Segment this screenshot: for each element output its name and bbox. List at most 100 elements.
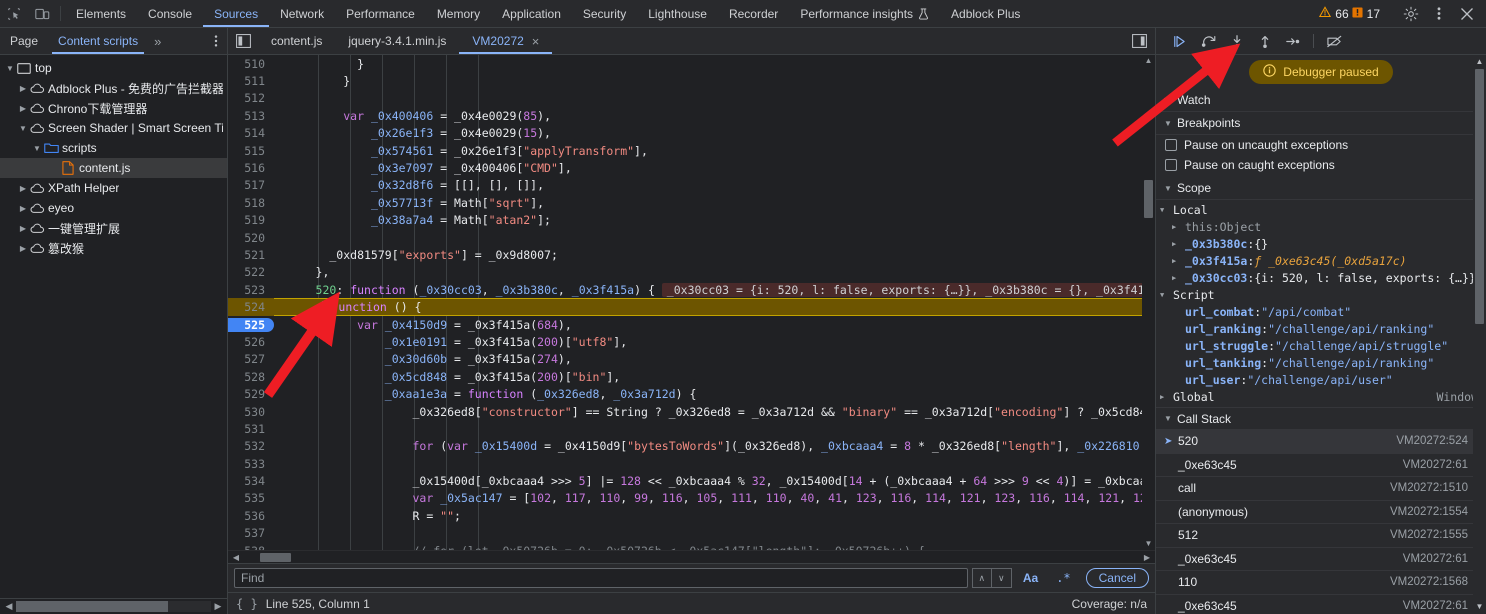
tab-recorder[interactable]: Recorder: [718, 0, 789, 27]
code-line[interactable]: 535 var _0x5ac147 = [102, 117, 110, 99, …: [228, 490, 1155, 507]
line-content[interactable]: _0xd81579["exports"] = _0x9d8007;: [274, 248, 1155, 262]
code-line[interactable]: 527 _0x30d60b = _0x3f415a(274),: [228, 351, 1155, 368]
twisty-right-icon[interactable]: ▶: [17, 244, 29, 253]
line-number[interactable]: 529: [228, 387, 274, 401]
tree-item-adblock-plus[interactable]: ▶ Adblock Plus - 免费的广告拦截器: [0, 78, 227, 98]
editor-tab-vm20272[interactable]: VM20272 ×: [459, 28, 553, 54]
scope-var-url-user[interactable]: url_user: "/challenge/api/user": [1156, 371, 1486, 388]
navigator-menu-icon[interactable]: [205, 28, 227, 54]
line-content[interactable]: _0x3e7097 = _0x400406["CMD"],: [274, 161, 1155, 175]
deactivate-breakpoints-icon[interactable]: [1321, 29, 1347, 53]
code-line-breakpoint[interactable]: 524 ! function () {: [228, 298, 1155, 316]
pause-uncaught-exceptions-row[interactable]: Pause on uncaught exceptions: [1156, 135, 1486, 155]
line-content[interactable]: }: [274, 57, 1155, 71]
twisty-right-icon[interactable]: ▶: [17, 104, 29, 113]
code-line[interactable]: 523 520: function (_0x30cc03, _0x3b380c,…: [228, 281, 1155, 298]
code-line[interactable]: 520: [228, 229, 1155, 246]
warning-badge[interactable]: 66: [1319, 6, 1349, 21]
line-content[interactable]: _0x574561 = _0x26e1f3["applyTransform"],: [274, 144, 1155, 158]
chevron-right-icon[interactable]: ▶: [1164, 96, 1177, 105]
scroll-right-icon[interactable]: ▶: [1141, 553, 1153, 562]
line-content[interactable]: // for (let _0x50726b = 0; _0x50726b < _…: [274, 544, 1155, 550]
line-content[interactable]: _0x1e0191 = _0x3f415a(200)["utf8"],: [274, 335, 1155, 349]
twisty-down-icon[interactable]: ▼: [4, 64, 16, 73]
code-line[interactable]: 513 var _0x400406 = _0x4e0029(85),: [228, 107, 1155, 124]
call-stack-row[interactable]: (anonymous) VM20272:1554: [1156, 501, 1486, 524]
breakpoint-marker[interactable]: !: [322, 300, 332, 314]
tree-item-xpath-helper[interactable]: ▶ XPath Helper: [0, 178, 227, 198]
code-line[interactable]: 519 _0x38a7a4 = Math["atan2"];: [228, 212, 1155, 229]
code-line[interactable]: 516 _0x3e7097 = _0x400406["CMD"],: [228, 159, 1155, 176]
tab-network[interactable]: Network: [269, 0, 335, 27]
call-stack-row[interactable]: ➤ 520 VM20272:524: [1156, 430, 1486, 454]
line-number[interactable]: 510: [228, 57, 274, 71]
code-line[interactable]: 511 }: [228, 72, 1155, 89]
line-content[interactable]: R = "";: [274, 509, 1155, 523]
scope-local-group[interactable]: ▼ Local: [1156, 201, 1486, 218]
tree-item-top[interactable]: ▼ top: [0, 58, 227, 78]
tab-lighthouse[interactable]: Lighthouse: [637, 0, 718, 27]
debugger-vertical-scrollbar[interactable]: ▲ ▼: [1473, 55, 1486, 614]
scroll-left-icon[interactable]: ◀: [2, 601, 16, 612]
tree-item-scripts[interactable]: ▼ scripts: [0, 138, 227, 158]
find-next-button[interactable]: ∨: [991, 568, 1012, 588]
call-stack-row[interactable]: _0xe63c45 VM20272:61: [1156, 454, 1486, 477]
line-number[interactable]: 518: [228, 196, 274, 210]
scope-script-group[interactable]: ▼ Script: [1156, 286, 1486, 303]
editor-horizontal-scrollbar[interactable]: ◀ ▶: [228, 550, 1155, 563]
scroll-track[interactable]: [16, 601, 211, 612]
line-content[interactable]: _0x57713f = Math["sqrt"],: [274, 196, 1155, 210]
watch-section-header[interactable]: ▶ Watch: [1156, 89, 1486, 112]
line-content[interactable]: },: [274, 265, 1155, 279]
chevron-right-icon[interactable]: ▶: [1172, 223, 1185, 231]
code-line[interactable]: 533: [228, 455, 1155, 472]
line-number[interactable]: 535: [228, 491, 274, 505]
scroll-up-icon[interactable]: ▲: [1145, 55, 1153, 67]
line-content[interactable]: for (var _0x15400d = _0x4150d9["bytesToW…: [274, 439, 1155, 453]
scroll-down-icon[interactable]: ▼: [1476, 600, 1484, 614]
scroll-down-icon[interactable]: ▼: [1145, 538, 1153, 550]
line-content[interactable]: _0x30d60b = _0x3f415a(274),: [274, 352, 1155, 366]
tree-item-chrono[interactable]: ▶ Chrono下载管理器: [0, 98, 227, 118]
show-navigator-right-icon[interactable]: [1123, 28, 1155, 54]
code-line[interactable]: 536 R = "";: [228, 507, 1155, 524]
line-number[interactable]: 512: [228, 91, 274, 105]
line-content[interactable]: _0x32d8f6 = [[], [], []],: [274, 178, 1155, 192]
code-line[interactable]: 526 _0x1e0191 = _0x3f415a(200)["utf8"],: [228, 333, 1155, 350]
chevron-right-icon[interactable]: ▶: [1172, 274, 1185, 282]
code-line[interactable]: 518 _0x57713f = Math["sqrt"],: [228, 194, 1155, 211]
code-line[interactable]: 528 _0x5cd848 = _0x3f415a(200)["bin"],: [228, 368, 1155, 385]
editor-tab-jquery[interactable]: jquery-3.4.1.min.js: [335, 28, 459, 54]
call-stack-row[interactable]: _0xe63c45 VM20272:61: [1156, 595, 1486, 614]
pretty-print-icon[interactable]: { }: [236, 597, 258, 611]
issue-counts[interactable]: 66 17: [1314, 6, 1385, 21]
search-input[interactable]: [234, 568, 968, 588]
line-content[interactable]: var _0x400406 = _0x4e0029(85),: [274, 109, 1155, 123]
scope-var-0x3f415a[interactable]: ▶ _0x3f415a: ƒ _0xe63c45(_0xd5a17c): [1156, 252, 1486, 269]
scroll-right-icon[interactable]: ▶: [211, 601, 225, 612]
scope-var-this[interactable]: ▶ this: Object: [1156, 218, 1486, 235]
tree-item-extension-manager[interactable]: ▶ 一键管理扩展: [0, 218, 227, 238]
line-number[interactable]: 528: [228, 370, 274, 384]
tab-performance[interactable]: Performance: [335, 0, 426, 27]
chevron-right-icon[interactable]: ▶: [1172, 240, 1185, 248]
scroll-left-icon[interactable]: ◀: [230, 553, 242, 562]
line-number[interactable]: 523: [228, 283, 274, 297]
line-number[interactable]: 536: [228, 509, 274, 523]
scope-global-group[interactable]: ▶ Global Window: [1156, 388, 1486, 406]
line-number[interactable]: 521: [228, 248, 274, 262]
code-line[interactable]: 515 _0x574561 = _0x26e1f3["applyTransfor…: [228, 142, 1155, 159]
line-content[interactable]: _0x38a7a4 = Math["atan2"];: [274, 213, 1155, 227]
code-line[interactable]: 529 _0xaa1e3a = function (_0x326ed8, _0x…: [228, 385, 1155, 402]
scope-var-0x30cc03[interactable]: ▶ _0x30cc03: {i: 520, l: false, exports:…: [1156, 269, 1486, 286]
scroll-thumb[interactable]: [16, 601, 169, 612]
scope-var-url-tanking[interactable]: url_tanking: "/challenge/api/ranking": [1156, 354, 1486, 371]
line-number[interactable]: 531: [228, 422, 274, 436]
line-content[interactable]: 520: function (_0x30cc03, _0x3b380c, _0x…: [274, 282, 1155, 297]
resume-icon[interactable]: [1168, 29, 1194, 53]
tab-adblock-plus[interactable]: Adblock Plus: [940, 0, 1031, 27]
line-content[interactable]: }: [274, 74, 1155, 88]
checkbox[interactable]: [1165, 139, 1177, 151]
scope-var-url-combat[interactable]: url_combat: "/api/combat": [1156, 303, 1486, 320]
editor-vertical-scrollbar[interactable]: ▲ ▼: [1142, 55, 1155, 550]
